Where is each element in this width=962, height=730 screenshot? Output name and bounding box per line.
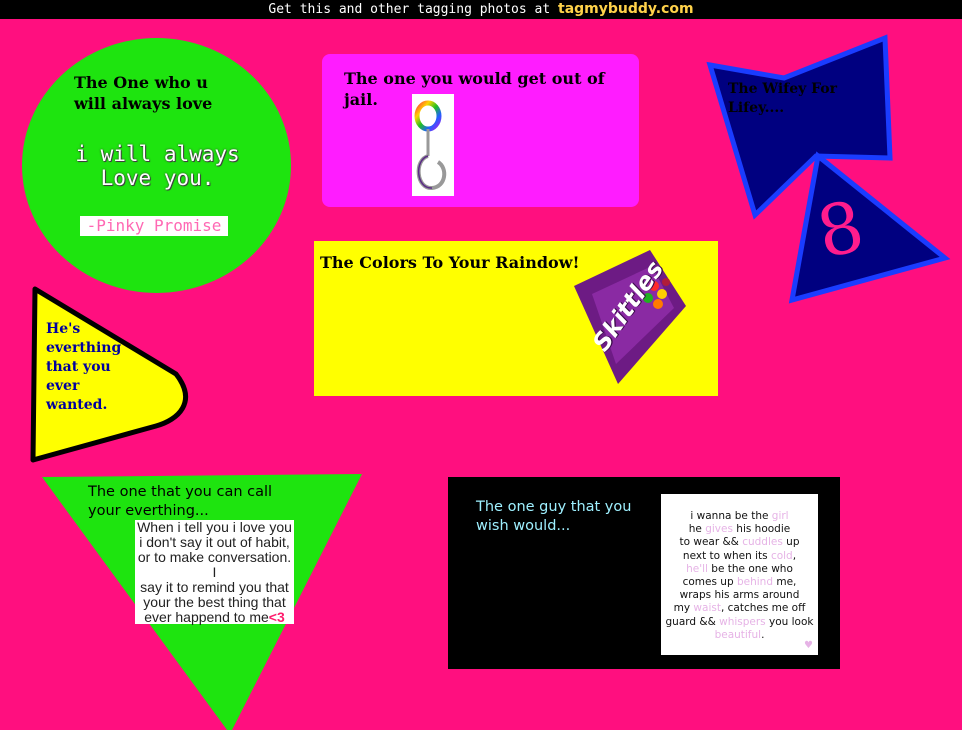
quote-last-line: ever happend to me (144, 609, 269, 625)
wish-text: , (792, 549, 797, 562)
wish-quote-image: i wanna be the girl he gives his hoodie … (661, 494, 818, 655)
wish-text: be the one who (707, 562, 793, 575)
tag-photo-canvas: Get this and other tagging photos at tag… (0, 0, 962, 730)
wish-text: , catches me off (720, 602, 806, 615)
wish-line: guard && whispers you look (661, 616, 818, 629)
wish-text: i wanna be the (690, 510, 772, 522)
wish-text: me, (773, 576, 797, 589)
quote-line: i don't say it out of habit, (139, 534, 290, 550)
wish-text: up (782, 536, 800, 549)
handcuff-key-image (412, 94, 454, 196)
top-banner: Get this and other tagging photos at tag… (0, 0, 962, 19)
skittles-image: Skittles (562, 246, 692, 391)
quote-line: say it to remind you that (140, 579, 289, 595)
wish-text: comes up (682, 576, 737, 589)
wish-text: guard && (665, 615, 720, 628)
circle-heading: The One who u will always love (74, 72, 274, 114)
wish-text: next to when its (682, 549, 771, 562)
wish-line: i wanna be the girl (661, 510, 818, 523)
wifey-heading: The Wifey For Lifey.... (728, 80, 868, 118)
wifey-heading-line: Lifey.... (728, 100, 785, 116)
circle-heading-line: will always love (74, 94, 213, 113)
wish-line: to wear && cuddles up (661, 536, 818, 549)
pennant-line: everthing (46, 340, 122, 356)
love-quote-image: When i tell you i love you i don't say i… (135, 519, 294, 625)
wish-highlight: behind (736, 576, 773, 589)
wish-text: his hoodie (732, 523, 791, 536)
quote-line: your the best thing that (143, 594, 286, 610)
banner-text: Get this and other tagging photos at (268, 2, 551, 17)
sticker-line: i will always (75, 142, 240, 166)
quote-spacer (661, 494, 818, 510)
jail-heading-line: jail. (344, 90, 378, 109)
wish-text: to wear && (679, 536, 743, 549)
sticker-line: Love you. (100, 166, 215, 190)
pennant-line: He's (46, 321, 81, 337)
wish-heading-line: wish would... (476, 518, 571, 534)
wish-highlight: girl (771, 510, 789, 522)
pennant-line: wanted. (46, 397, 108, 413)
pennant-line: that you (46, 359, 111, 375)
wish-line: he gives his hoodie (661, 523, 818, 536)
triangle-heading-line: your everthing... (88, 502, 209, 519)
pinky-promise-label: -Pinky Promise (80, 216, 228, 236)
pennant-line: ever (46, 378, 80, 394)
wish-highlight: whispers (719, 615, 766, 628)
quote-line: When i tell you i love you (137, 519, 292, 535)
wish-highlight: cuddles (742, 536, 783, 549)
heart-icon: <3 (268, 609, 285, 625)
quote-line: or to make conversation. I (137, 549, 292, 580)
wish-text: he (688, 523, 706, 536)
wish-highlight: waist (693, 602, 721, 615)
always-love-sticker: i will always Love you. (70, 142, 245, 190)
wish-line: next to when its cold, (661, 550, 818, 563)
wish-line: comes up behind me, (661, 576, 818, 589)
wish-line: wraps his arms around (679, 589, 800, 602)
small-heart-icon: ♥ (804, 639, 813, 651)
triangle-heading-line: The one that you can call (88, 484, 273, 500)
handcuff-key-icon (414, 100, 447, 190)
wifey-heading-line: The Wifey For (728, 81, 837, 97)
wish-text: my (673, 602, 694, 615)
wish-text: you look (765, 615, 814, 628)
wish-heading-line: The one guy that you (476, 499, 632, 515)
wish-text: . (761, 628, 765, 641)
wish-line: my waist, catches me off (661, 602, 818, 615)
wish-highlight: gives (705, 523, 733, 536)
jail-heading-line: The one you would get out of (344, 69, 605, 88)
circle-heading-line: The One who u (74, 73, 208, 92)
wish-highlight: cold (770, 549, 793, 562)
quote-line: ever happend to me<3 (135, 610, 294, 625)
triangle-heading: The one that you can call your everthing… (88, 483, 348, 520)
wish-heading: The one guy that you wish would... (476, 498, 656, 536)
banner-site-link[interactable]: tagmybuddy.com (558, 1, 694, 17)
jail-heading: The one you would get out of jail. (344, 68, 634, 110)
pennant-text: He's everthing that you ever wanted. (46, 320, 146, 415)
wish-highlight: he'll (686, 562, 708, 575)
wish-line: beautiful. (661, 629, 818, 642)
wish-highlight: beautiful (714, 628, 762, 641)
wish-line: he'll be the one who (661, 563, 818, 576)
